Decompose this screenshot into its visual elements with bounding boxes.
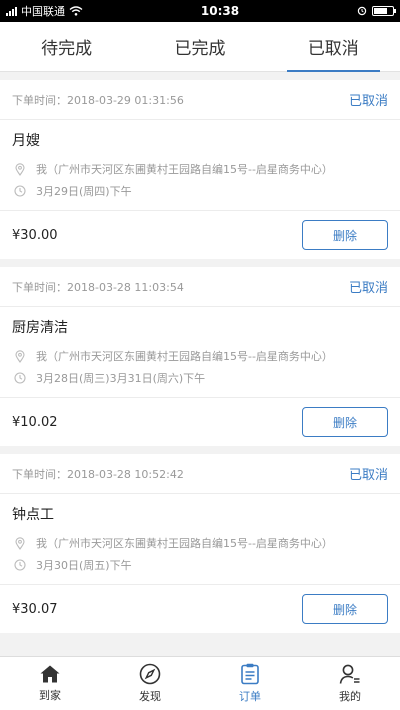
- location-pin-icon: [12, 349, 28, 363]
- order-card[interactable]: 下单时间：2018-03-28 11:03:54 已取消 厨房清洁 我（广州市天…: [0, 267, 400, 446]
- order-status: 已取消: [348, 281, 388, 296]
- battery-level: [373, 8, 387, 14]
- carrier-label: 中国联通: [21, 5, 65, 18]
- order-list-icon: [241, 663, 259, 685]
- nav-orders[interactable]: 订单: [200, 657, 300, 710]
- order-card-footer: ¥30.00 删除: [0, 211, 400, 259]
- order-card-header: 下单时间：2018-03-29 01:31:56 已取消: [0, 80, 400, 120]
- status-bar: 中国联通 10:38: [0, 0, 400, 22]
- order-time: 下单时间：2018-03-28 11:03:54: [12, 280, 184, 294]
- nav-profile-label: 我的: [339, 690, 361, 703]
- nav-home-label: 到家: [39, 689, 61, 702]
- order-status: 已取消: [348, 468, 388, 483]
- service-name: 钟点工: [12, 507, 54, 523]
- order-list[interactable]: 下单时间：2018-03-29 01:31:56 已取消 月嫂 我（广州市天河区…: [0, 72, 400, 656]
- order-card[interactable]: 下单时间：2018-03-28 10:52:42 已取消 钟点工 我（广州市天河…: [0, 454, 400, 633]
- service-name: 厨房清洁: [12, 320, 68, 336]
- service-date: 3月30日(周五)下午: [36, 559, 132, 572]
- address-row: 我（广州市天河区东圃黄村王园路自编15号--启星商务中心）: [12, 158, 388, 180]
- location-pin-icon: [12, 536, 28, 550]
- nav-discover-label: 发现: [139, 690, 161, 703]
- order-card-header: 下单时间：2018-03-28 11:03:54 已取消: [0, 267, 400, 307]
- order-card-body: 钟点工 我（广州市天河区东圃黄村王园路自编15号--启星商务中心） 3月30日(…: [0, 494, 400, 585]
- order-time: 下单时间：2018-03-28 10:52:42: [12, 467, 184, 481]
- tab-pending[interactable]: 待完成: [0, 22, 133, 71]
- battery-icon: [371, 6, 396, 16]
- service-name: 月嫂: [12, 133, 40, 149]
- nav-orders-label: 订单: [239, 690, 261, 703]
- wifi-icon: [69, 6, 83, 16]
- date-row: 3月29日(周四)下午: [12, 180, 388, 202]
- service-address: 我（广州市天河区东圃黄村王园路自编15号--启星商务中心）: [36, 163, 333, 176]
- date-row: 3月28日(周三)3月31日(周六)下午: [12, 367, 388, 389]
- address-row: 我（广州市天河区东圃黄村王园路自编15号--启星商务中心）: [12, 532, 388, 554]
- order-card-footer: ¥10.02 删除: [0, 398, 400, 446]
- order-card-footer: ¥30.07 删除: [0, 585, 400, 633]
- date-row: 3月30日(周五)下午: [12, 554, 388, 576]
- user-icon: [339, 664, 360, 684]
- signal-icon: [6, 6, 17, 16]
- order-card[interactable]: 下单时间：2018-03-29 01:31:56 已取消 月嫂 我（广州市天河区…: [0, 80, 400, 259]
- order-card-body: 厨房清洁 我（广州市天河区东圃黄村王园路自编15号--启星商务中心） 3月28日…: [0, 307, 400, 398]
- tab-cancelled[interactable]: 已取消: [267, 22, 400, 72]
- order-card-body: 月嫂 我（广州市天河区东圃黄村王园路自编15号--启星商务中心） 3月29日(周…: [0, 120, 400, 211]
- tab-completed[interactable]: 已完成: [133, 22, 266, 71]
- compass-icon: [139, 663, 161, 685]
- status-right: [357, 6, 396, 16]
- clock-time: 10:38: [200, 4, 240, 18]
- nav-discover[interactable]: 发现: [100, 657, 200, 710]
- order-price: ¥10.02: [12, 414, 58, 430]
- clock-icon: [12, 372, 28, 384]
- delete-button[interactable]: 删除: [302, 594, 388, 624]
- order-time: 下单时间：2018-03-29 01:31:56: [12, 93, 184, 107]
- order-status: 已取消: [348, 94, 388, 109]
- order-card-header: 下单时间：2018-03-28 10:52:42 已取消: [0, 454, 400, 494]
- clock-icon: [12, 185, 28, 197]
- delete-button[interactable]: 删除: [302, 407, 388, 437]
- service-address: 我（广州市天河区东圃黄村王园路自编15号--启星商务中心）: [36, 537, 333, 550]
- order-price: ¥30.00: [12, 227, 58, 243]
- service-date: 3月28日(周三)3月31日(周六)下午: [36, 372, 206, 385]
- status-left: 中国联通: [6, 3, 83, 19]
- home-icon: [40, 665, 60, 683]
- service-address: 我（广州市天河区东圃黄村王园路自编15号--启星商务中心）: [36, 350, 333, 363]
- clock-icon: [12, 559, 28, 571]
- delete-button[interactable]: 删除: [302, 220, 388, 250]
- location-pin-icon: [12, 162, 28, 176]
- nav-profile[interactable]: 我的: [300, 657, 400, 710]
- address-row: 我（广州市天河区东圃黄村王园路自编15号--启星商务中心）: [12, 345, 388, 367]
- nav-home[interactable]: 到家: [0, 657, 100, 710]
- service-date: 3月29日(周四)下午: [36, 185, 132, 198]
- order-price: ¥30.07: [12, 601, 58, 617]
- order-tabs: 待完成 已完成 已取消: [0, 22, 400, 72]
- alarm-icon: [357, 6, 367, 16]
- bottom-nav: 到家 发现 订单 我的: [0, 656, 400, 710]
